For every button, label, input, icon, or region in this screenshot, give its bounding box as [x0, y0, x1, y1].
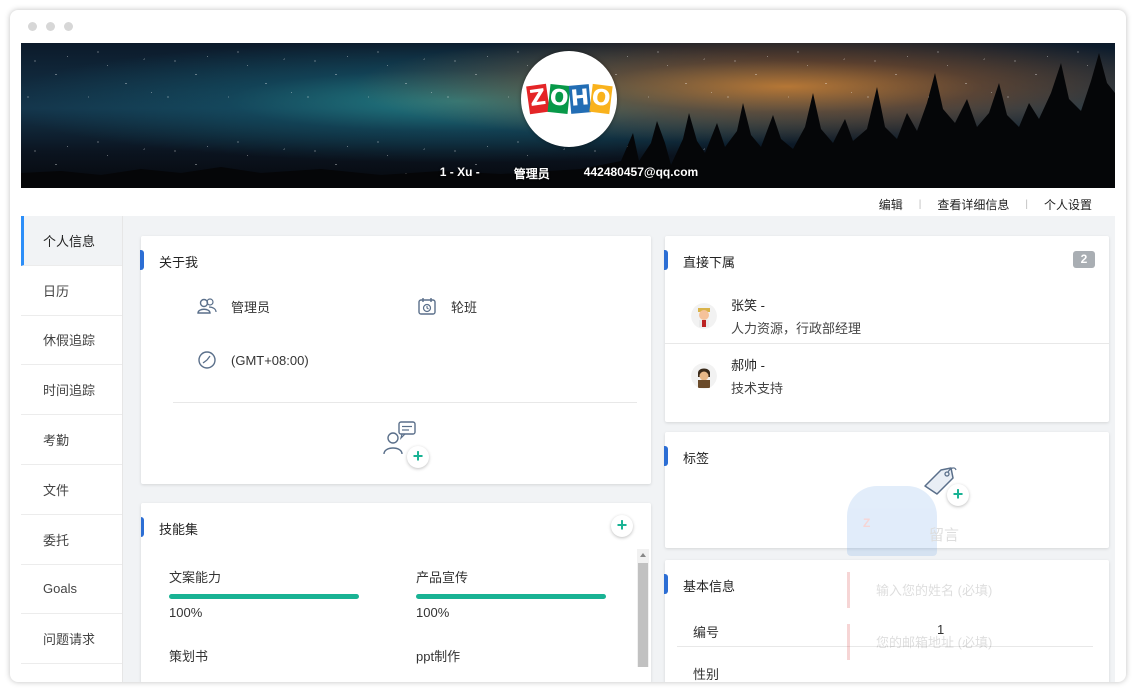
- basic-info-value: 1: [937, 622, 945, 637]
- report-item[interactable]: 郝帅 - 技术支持: [665, 346, 1109, 406]
- personal-settings-link[interactable]: 个人设置: [1044, 196, 1092, 213]
- zoho-logo-letters: ZOHO: [525, 83, 613, 115]
- scroll-up-arrow-icon[interactable]: [640, 553, 646, 557]
- sidebar-item-files[interactable]: 文件: [21, 465, 122, 515]
- about-title: 关于我: [159, 255, 199, 270]
- skill-name: 策划书: [169, 649, 209, 664]
- browser-window: ZOHO 1 - Xu - 管理员 442480457@qq.com 编辑 | …: [10, 10, 1126, 682]
- action-separator: |: [918, 199, 922, 210]
- skill-progress-bar: [416, 594, 606, 599]
- sidebar-item-attendance[interactable]: 考勤: [21, 415, 122, 465]
- about-timezone-row: (GMT+08:00): [197, 350, 309, 370]
- report-text: 张笑 - 人力资源，行政部经理: [731, 295, 861, 337]
- users-icon: [197, 296, 217, 316]
- tags-title: 标签: [683, 451, 710, 466]
- add-tag-button[interactable]: +: [921, 462, 973, 510]
- card-accent: [140, 250, 144, 270]
- basic-info-label: 性别: [693, 667, 720, 682]
- reports-count-badge: 2: [1073, 251, 1095, 268]
- action-separator: |: [1025, 199, 1028, 210]
- about-role-row: 管理员: [197, 296, 270, 316]
- window-controls: [28, 22, 73, 31]
- card-accent: [664, 250, 668, 270]
- window-dot-close[interactable]: [28, 22, 37, 31]
- basic-info-row: 性别: [693, 664, 1109, 682]
- window-dot-minimize[interactable]: [46, 22, 55, 31]
- about-shift: 轮班: [451, 299, 478, 315]
- sidebar-item-leave-tracker[interactable]: 休假追踪: [21, 316, 122, 366]
- report-role: 人力资源，行政部经理: [731, 321, 862, 336]
- skill-percent: 100%: [169, 605, 203, 620]
- card-accent: [141, 517, 144, 537]
- edit-link[interactable]: 编辑: [879, 196, 903, 213]
- sidebar-item-time-tracker[interactable]: 时间追踪: [21, 365, 122, 416]
- avatar: [691, 363, 717, 389]
- banner-user-info: 1 - Xu - 管理员 442480457@qq.com: [21, 165, 1115, 182]
- report-item[interactable]: 张笑 - 人力资源，行政部经理: [665, 286, 1109, 346]
- sidebar-item-calendar[interactable]: 日历: [21, 266, 122, 316]
- basic-info-divider: [677, 646, 1093, 647]
- skill-item: ppt制作: [416, 646, 460, 665]
- skill-item: 产品宣传 100%: [416, 567, 606, 620]
- sidebar: 个人信息 日历 休假追踪 时间追踪 考勤 文件 委托 Goals 问题请求: [21, 216, 123, 682]
- basic-info-row: 编号 1: [693, 622, 1109, 641]
- banner-user-email: 442480457@qq.com: [583, 165, 699, 179]
- logo-letter: O: [547, 84, 570, 114]
- report-role: 技术支持: [731, 381, 784, 396]
- about-card: 关于我 管理员 轮班 (GMT+08:00) +: [140, 236, 651, 484]
- company-logo[interactable]: ZOHO: [521, 51, 617, 147]
- banner-user-role: 管理员: [513, 167, 550, 181]
- skill-progress-bar: [169, 594, 359, 599]
- avatar: [691, 303, 717, 329]
- about-role: 管理员: [231, 299, 271, 315]
- skills-card: 技能集 + 文案能力 100% 产品宣传 100% 策划书 ppt制作: [141, 503, 651, 682]
- basic-info-label: 编号: [693, 625, 720, 640]
- skills-scrollbar[interactable]: [637, 549, 649, 667]
- skills-title: 技能集: [159, 522, 199, 537]
- add-skill-button[interactable]: +: [611, 515, 633, 537]
- about-shift-row: 轮班: [417, 296, 477, 316]
- reports-title: 直接下属: [683, 255, 736, 270]
- main-content: 个人信息 日历 休假追踪 时间追踪 考勤 文件 委托 Goals 问题请求 关于…: [21, 216, 1115, 682]
- skill-item: 文案能力 100%: [169, 567, 359, 620]
- skill-item: 策划书: [169, 646, 208, 665]
- card-accent: [664, 574, 668, 594]
- sidebar-item-goals[interactable]: Goals: [21, 565, 122, 615]
- basic-info-card: 基本信息 编号 1 性别: [664, 560, 1109, 682]
- skill-percent: 100%: [416, 605, 450, 620]
- add-plus-icon: +: [407, 446, 429, 468]
- add-about-me-button[interactable]: +: [381, 420, 433, 470]
- sidebar-item-profile[interactable]: 个人信息: [21, 216, 122, 266]
- banner-user-name: 1 - Xu -: [439, 165, 480, 179]
- card-accent: [664, 446, 668, 466]
- profile-banner: ZOHO 1 - Xu - 管理员 442480457@qq.com: [21, 43, 1115, 188]
- reports-divider: [665, 343, 1109, 344]
- skill-name: ppt制作: [416, 649, 461, 664]
- window-dot-maximize[interactable]: [64, 22, 73, 31]
- report-text: 郝帅 - 技术支持: [731, 355, 783, 397]
- about-timezone: (GMT+08:00): [231, 352, 309, 368]
- logo-letter: H: [568, 84, 591, 114]
- sidebar-item-case-requests[interactable]: 问题请求: [21, 614, 122, 665]
- report-name: 张笑 -: [731, 298, 765, 313]
- sidebar-item-delegation[interactable]: 委托: [21, 515, 122, 565]
- shift-calendar-icon: [417, 296, 437, 316]
- skill-name: 文案能力: [169, 570, 222, 585]
- logo-letter: O: [588, 83, 613, 115]
- scrollbar-thumb[interactable]: [638, 563, 648, 667]
- clock-icon: [197, 350, 217, 370]
- basic-info-title: 基本信息: [683, 579, 736, 594]
- add-plus-icon: +: [947, 484, 969, 506]
- skill-name: 产品宣传: [416, 570, 469, 585]
- view-details-link[interactable]: 查看详细信息: [937, 196, 1009, 213]
- about-divider: [173, 402, 637, 403]
- tags-card: 标签 +: [664, 432, 1109, 548]
- report-name: 郝帅 -: [731, 358, 765, 373]
- profile-actions: 编辑 | 查看详细信息 | 个人设置: [879, 196, 1092, 213]
- logo-letter: Z: [525, 83, 550, 115]
- direct-reports-card: 直接下属 2 张笑 - 人力资源，行政部经理 郝帅 - 技术支持: [664, 236, 1109, 422]
